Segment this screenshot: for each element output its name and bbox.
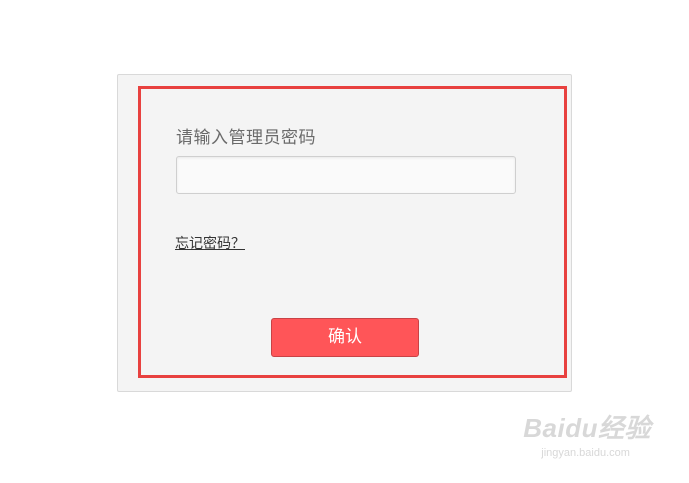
password-prompt-label: 请输入管理员密码 xyxy=(176,128,316,148)
page: 请输入管理员密码 忘记密码？ 确认 Baidu经验 jingyan.baidu.… xyxy=(0,0,689,483)
password-input[interactable] xyxy=(176,156,516,194)
confirm-button[interactable]: 确认 xyxy=(271,318,419,357)
baidu-jingyan-watermark: Baidu经验 jingyan.baidu.com xyxy=(523,408,651,459)
watermark-logo: Baidu经验 xyxy=(523,413,651,443)
watermark-url: jingyan.baidu.com xyxy=(541,447,630,459)
forgot-password-link[interactable]: 忘记密码？ xyxy=(175,233,245,253)
